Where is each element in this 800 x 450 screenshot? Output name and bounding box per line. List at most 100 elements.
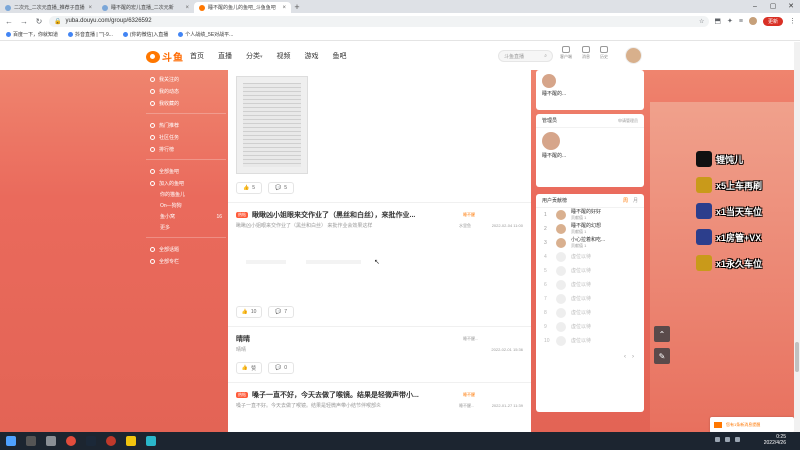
douyu-logo[interactable]: 斗鱼: [146, 49, 184, 64]
ranking-row[interactable]: 1 睡不醒的好好 贡献值 1: [536, 208, 644, 222]
close-icon[interactable]: ×: [282, 5, 286, 11]
profile-avatar[interactable]: [748, 17, 757, 25]
like-button[interactable]: 👍 10: [236, 306, 262, 318]
like-button[interactable]: 👍 赞: [236, 362, 262, 374]
comment-button[interactable]: 💬 5: [268, 182, 294, 194]
sidebar-subitem[interactable]: 鱼小窝 16: [146, 211, 226, 222]
ranking-row[interactable]: 3 小心拉着和吃... 贡献值 1: [536, 236, 644, 250]
message-button[interactable]: 消息: [582, 46, 590, 60]
ranking-row[interactable]: 9 虚位以待: [536, 320, 644, 334]
prev-page-icon[interactable]: ‹: [624, 354, 626, 360]
sidebar-item-topics[interactable]: 全部话题: [146, 243, 226, 255]
owner-user[interactable]: 睡不醒的...: [536, 70, 644, 101]
app-icon[interactable]: [106, 436, 116, 446]
update-button[interactable]: 更新: [762, 16, 783, 26]
menu-video[interactable]: 视频: [277, 51, 291, 61]
post-author-top[interactable]: 睡不醒...: [463, 336, 523, 342]
notification-toast[interactable]: 您有1条新消息提醒: [710, 417, 794, 432]
sidebar-item-joined-groups[interactable]: 加入的鱼吧: [146, 177, 226, 189]
page-scrollbar[interactable]: [794, 42, 800, 432]
ranking-row[interactable]: 2 睡不醒的幻想 贡献值 1: [536, 222, 644, 236]
menu-dots-icon[interactable]: ⋮: [789, 17, 796, 25]
menu-game[interactable]: 游戏: [305, 51, 319, 61]
history-button[interactable]: 历史: [600, 46, 608, 60]
network-icon[interactable]: [725, 437, 730, 442]
chrome-icon[interactable]: [66, 436, 76, 446]
task-view-icon[interactable]: [46, 436, 56, 446]
next-page-icon[interactable]: ›: [632, 354, 634, 360]
puzzle-icon[interactable]: ✦: [727, 17, 733, 25]
tab-week[interactable]: 周: [623, 197, 628, 204]
menu-home[interactable]: 首页: [190, 51, 204, 61]
reload-icon[interactable]: ↻: [34, 17, 44, 26]
sidebar-item-tasks[interactable]: 社区任务: [146, 131, 226, 143]
like-button[interactable]: 👍 5: [236, 182, 262, 194]
browser-tab-1[interactable]: 二次元_二次元直播_推荐子直播 ×: [0, 2, 97, 13]
tab-month[interactable]: 月: [633, 197, 638, 204]
taskbar-clock[interactable]: 0:25 2022/4/26: [764, 434, 786, 446]
ranking-row[interactable]: 10 虚位以待: [536, 334, 644, 348]
avatar[interactable]: [556, 238, 566, 248]
ranking-row[interactable]: 5 虚位以待: [536, 264, 644, 278]
windows-start-icon[interactable]: [6, 436, 16, 446]
avatar[interactable]: [542, 132, 560, 150]
app-icon[interactable]: [126, 436, 136, 446]
user-avatar[interactable]: [625, 47, 642, 64]
post-author[interactable]: 睡不醒...: [459, 403, 491, 409]
browser-tab-3[interactable]: 睡不醒的鱼儿的鱼吧_斗鱼鱼吧 ×: [194, 2, 291, 13]
author-label[interactable]: 睡不醒: [463, 392, 523, 398]
post-title[interactable]: 晴晴: [236, 334, 459, 344]
new-tab-button[interactable]: +: [291, 2, 303, 13]
ranking-row[interactable]: 8 虚位以待: [536, 306, 644, 320]
menu-category[interactable]: 分类▾: [246, 51, 263, 61]
sidebar-item-columns[interactable]: 全部专栏: [146, 255, 226, 267]
search-icon[interactable]: [26, 436, 36, 446]
close-icon[interactable]: ×: [88, 5, 92, 11]
admin-user[interactable]: 睡不醒的...: [536, 128, 644, 163]
avatar[interactable]: [542, 74, 556, 88]
maximize-icon[interactable]: ▢: [764, 0, 782, 13]
client-button[interactable]: 客户端: [560, 46, 572, 60]
post-card[interactable]: 热帖 嗓子一直不好，今天去做了喉镜。结果是轻微声带小... 睡不醒 嗓子一直不好…: [228, 383, 531, 410]
menu-yuba[interactable]: 鱼吧: [333, 51, 347, 61]
sidebar-subitem[interactable]: On—狗狗: [146, 200, 226, 211]
bookmark-1[interactable]: 百度一下，你就知道: [6, 31, 58, 38]
browser-tab-2[interactable]: 睡不醒的宏儿直播_二次元新 ×: [97, 2, 194, 13]
comment-button[interactable]: 💬 0: [268, 362, 294, 374]
search-input[interactable]: 斗鱼直播 ⌕: [498, 50, 553, 62]
sidebar-item-activity[interactable]: 我的动态: [146, 85, 226, 97]
post-card[interactable]: 热帖 瞅瞅凶小姐眼来交作业了（黑丝和白丝），来批作业... 睡不醒 瞅瞅凶小姐眼…: [228, 203, 531, 327]
search-icon[interactable]: ⌕: [544, 53, 547, 59]
app-icon[interactable]: [146, 436, 156, 446]
post-card[interactable]: 晴晴 睡不醒... 晴晴 2022-02-01 15:36 👍 赞 💬 0: [228, 327, 531, 383]
avatar[interactable]: [556, 224, 566, 234]
sidebar-subitem[interactable]: 你的猫鱼儿: [146, 189, 226, 200]
sidebar-item-following[interactable]: 我关注的: [146, 73, 226, 85]
scrollbar-thumb[interactable]: [795, 342, 799, 372]
sidebar-more[interactable]: 更多: [146, 222, 226, 233]
post-title[interactable]: 嗓子一直不好，今天去做了喉镜。结果是轻微声带小...: [252, 390, 459, 400]
forward-icon[interactable]: →: [19, 17, 29, 26]
ranking-row[interactable]: 4 虚位以待: [536, 250, 644, 264]
post-author[interactable]: 水里鱼: [459, 223, 491, 229]
apply-admin-link[interactable]: 申请管理员: [618, 118, 638, 124]
close-icon[interactable]: ×: [185, 5, 189, 11]
tray-icon[interactable]: [715, 437, 720, 442]
bookmark-2[interactable]: 抖音直播 | ""(-9...: [68, 31, 113, 38]
back-icon[interactable]: ←: [4, 17, 14, 26]
post-title[interactable]: 瞅瞅凶小姐眼来交作业了（黑丝和白丝），来批作业...: [252, 210, 459, 220]
url-input[interactable]: 🔒 yuba.douyu.com/group/6326592 ☆: [49, 15, 710, 27]
menu-live[interactable]: 直播: [218, 51, 232, 61]
compose-button[interactable]: ✎: [654, 348, 670, 364]
avatar[interactable]: [556, 210, 566, 220]
close-window-icon[interactable]: ✕: [782, 0, 800, 13]
sidebar-item-ranking[interactable]: 排行榜: [146, 143, 226, 155]
volume-icon[interactable]: [735, 437, 740, 442]
minimize-icon[interactable]: –: [746, 0, 764, 13]
sidebar-item-favorites[interactable]: 我收藏的: [146, 97, 226, 109]
author-label[interactable]: 睡不醒: [463, 212, 523, 218]
extension-icon[interactable]: ⬒: [714, 17, 721, 25]
sidebar-item-all-groups[interactable]: 全部鱼吧: [146, 165, 226, 177]
back-to-top-button[interactable]: ⌃: [654, 326, 670, 342]
comment-button[interactable]: 💬 7: [268, 306, 294, 318]
